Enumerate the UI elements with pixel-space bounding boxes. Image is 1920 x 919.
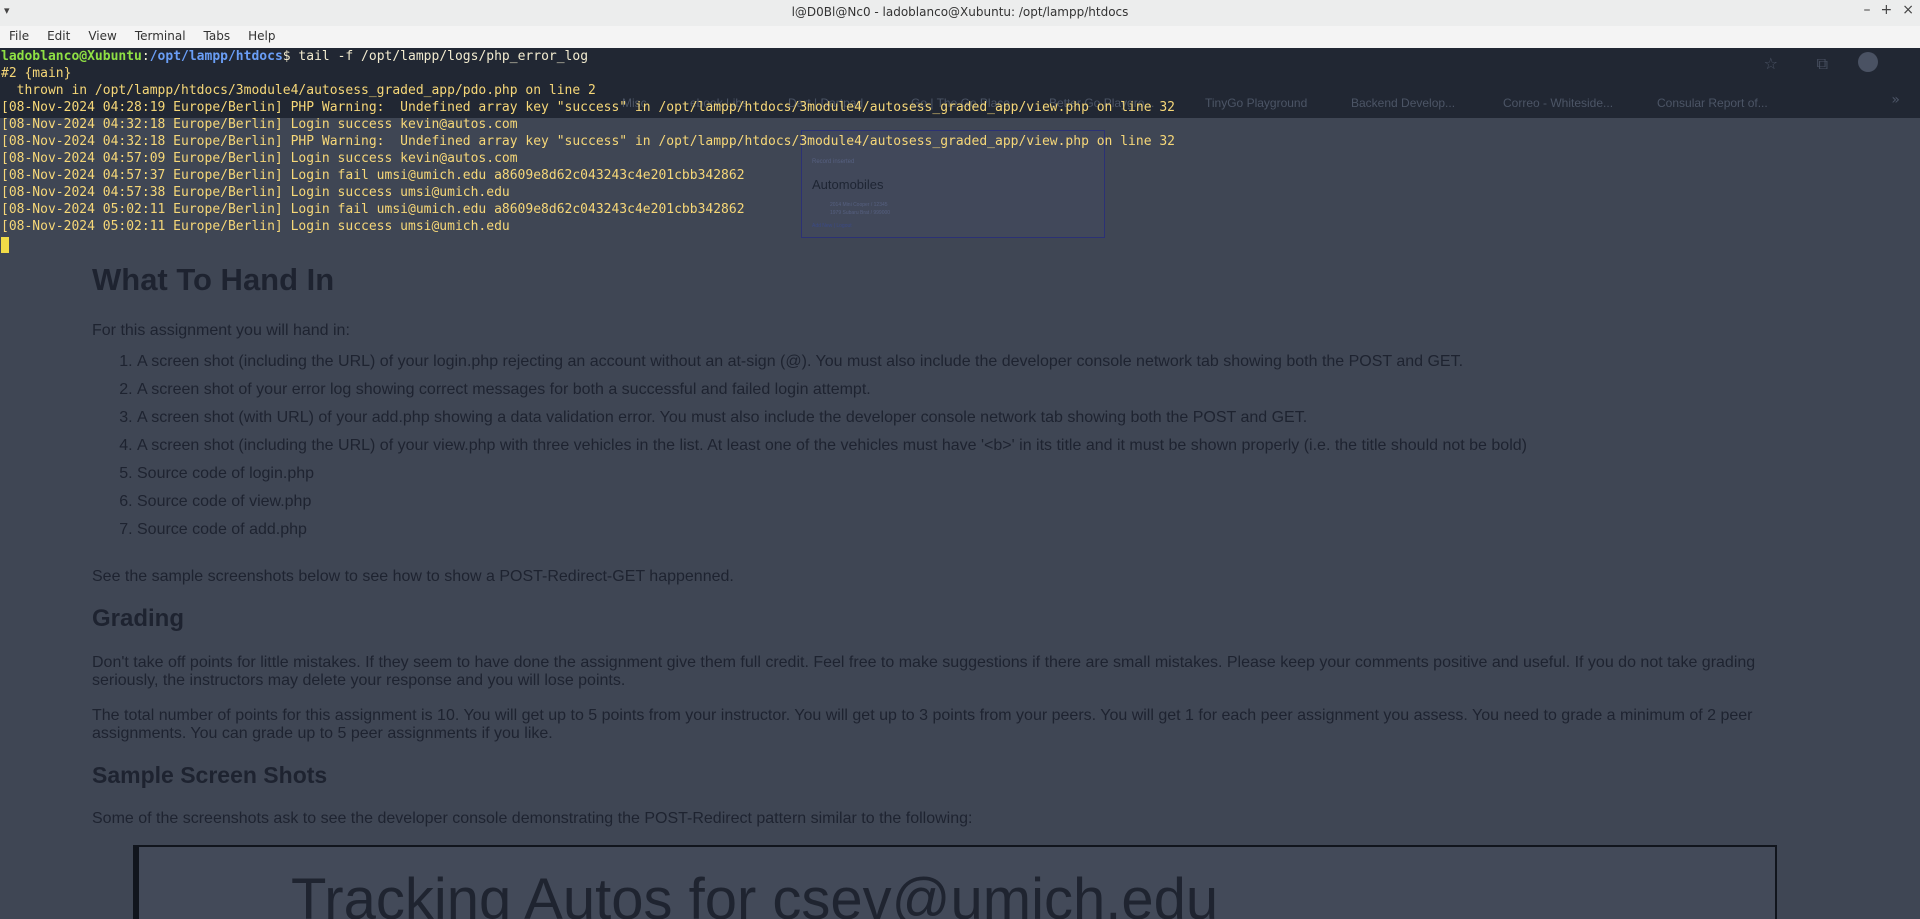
screenshot-title-text: Tracking Autos for csev@umich.edu	[291, 867, 1219, 919]
window-titlebar: ▾ l@D0Bl@Nc0 - ladoblanco@Xubuntu: /opt/…	[0, 0, 1920, 27]
list-item: A screen shot (including the URL) of you…	[137, 353, 1527, 381]
thumbnail-item: 2014 Mini Cooper / 12345	[830, 202, 888, 208]
thumbnail-list: 2014 Mini Cooper / 12345 1979 Subaru Bra…	[830, 201, 890, 217]
terminal-menubar: File Edit View Terminal Tabs Help	[0, 26, 1920, 49]
menu-tabs[interactable]: Tabs	[195, 26, 240, 46]
heading-what-to-hand-in: What To Hand In	[92, 262, 335, 297]
list-item: Source code of login.php	[137, 465, 1527, 493]
extensions-icon: ⧉	[1816, 54, 1828, 73]
sample-screenshot-image: Tracking Autos for csev@umich.edu	[133, 845, 1777, 919]
hand-in-intro: For this assignment you will hand in:	[92, 322, 350, 339]
sample-note: See the sample screenshots below to see …	[92, 568, 734, 585]
close-icon[interactable]: ×	[1902, 2, 1914, 18]
bookmark-misc: Misc	[622, 96, 647, 110]
bookmark-correo: Correo - Whiteside...	[1503, 96, 1614, 110]
minimize-icon[interactable]: –	[1864, 2, 1871, 18]
bookmark-better-go: Better Go Playgro...	[1049, 96, 1155, 110]
list-item: A screen shot of your error log showing …	[137, 381, 1527, 409]
thumbnail-links: Add New | Logout	[812, 223, 852, 229]
heading-sample-screen-shots: Sample Screen Shots	[92, 762, 328, 788]
list-item: A screen shot (including the URL) of you…	[137, 437, 1527, 465]
menu-view[interactable]: View	[79, 26, 125, 46]
screen-shots-intro: Some of the screenshots ask to see the d…	[92, 810, 973, 827]
window-controls: – + ×	[1864, 2, 1914, 18]
heading-grading: Grading	[92, 605, 185, 632]
background-browser-page: ☆ ⧉ Misc ebook Libs Dart | Dartpad Go | …	[0, 48, 1920, 919]
list-item: Source code of view.php	[137, 493, 1527, 521]
star-icon: ☆	[1763, 54, 1778, 73]
bookmark-go-place: Go | The Go Place	[911, 96, 1010, 110]
bookmarks-overflow-icon: »	[1891, 92, 1900, 108]
grading-paragraph-2: The total number of points for this assi…	[92, 707, 1753, 742]
list-item: Source code of add.php	[137, 521, 1527, 549]
sample-thumbnail: Record inserted Automobiles 2014 Mini Co…	[801, 130, 1105, 238]
window-title: l@D0Bl@Nc0 - ladoblanco@Xubuntu: /opt/la…	[791, 5, 1129, 19]
bookmark-ebook-libs: ebook Libs	[690, 96, 749, 110]
hand-in-list: A screen shot (including the URL) of you…	[92, 353, 1527, 549]
profile-avatar	[1858, 52, 1878, 72]
bookmarks-bar: Misc ebook Libs Dart | Dartpad Go | The …	[0, 90, 1920, 116]
thumbnail-heading: Automobiles	[812, 177, 884, 192]
bookmark-tinygo: TinyGo Playground	[1205, 96, 1308, 110]
bookmark-dartpad: Dart | Dartpad	[788, 96, 864, 110]
grading-paragraph-1: Don't take off points for little mistake…	[92, 654, 1756, 689]
thumbnail-status: Record inserted	[812, 159, 855, 165]
list-item: A screen shot (with URL) of your add.php…	[137, 409, 1527, 437]
bookmark-consular: Consular Report of...	[1657, 96, 1768, 110]
menu-edit[interactable]: Edit	[38, 26, 79, 46]
menu-file[interactable]: File	[0, 26, 38, 46]
maximize-icon[interactable]: +	[1881, 2, 1893, 18]
thumbnail-item: 1979 Subaru Brat / 999000	[830, 210, 891, 216]
bookmark-backend: Backend Develop...	[1351, 96, 1456, 110]
menu-help[interactable]: Help	[239, 26, 284, 46]
menu-terminal[interactable]: Terminal	[126, 26, 195, 46]
